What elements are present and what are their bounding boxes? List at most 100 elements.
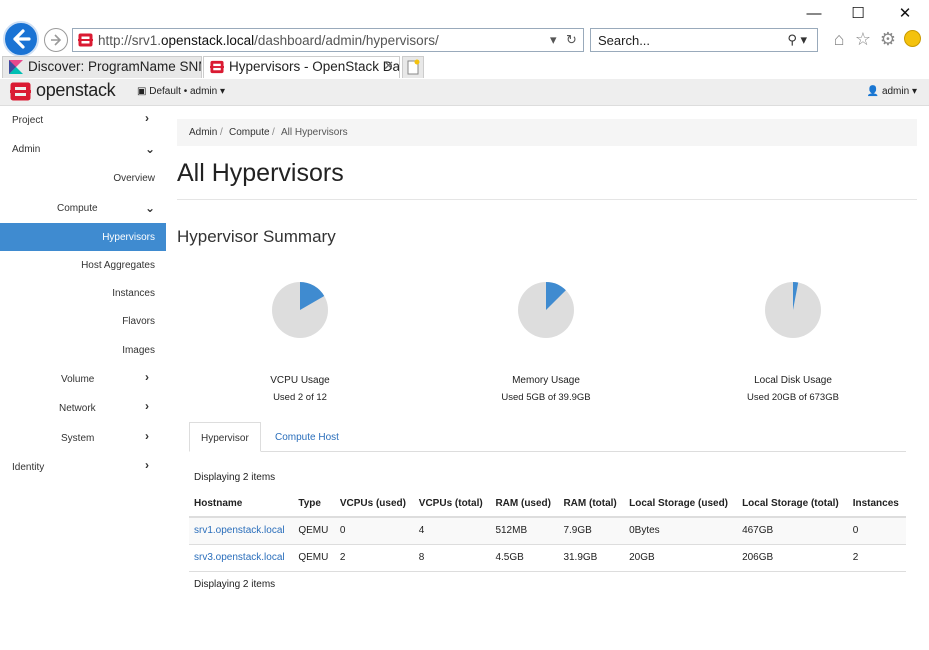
- project-icon: ▣: [137, 86, 150, 97]
- brand-name: openstack: [36, 80, 116, 100]
- sidebar-item-flavors[interactable]: Flavors: [0, 307, 166, 335]
- col-vcpus-total: VCPUs (total): [413, 491, 491, 518]
- memory-usage-pie: [518, 282, 574, 338]
- sidebar-item-host-aggregates[interactable]: Host Aggregates: [0, 251, 166, 279]
- table-cell: 2: [847, 544, 906, 572]
- disk-usage-subtitle: Used 20GB of 673GB: [747, 392, 839, 403]
- home-icon[interactable]: ⌂: [829, 28, 849, 50]
- vcpu-usage-subtitle: Used 2 of 12: [273, 392, 327, 403]
- hostname-link[interactable]: srv1.openstack.local: [194, 525, 285, 536]
- minimize-button[interactable]: —: [799, 4, 829, 24]
- url-dropdown-icon[interactable]: ▾: [550, 32, 557, 48]
- summary-title: Hypervisor Summary: [177, 227, 336, 246]
- memory-usage-title: Memory Usage: [512, 375, 580, 386]
- sidebar-item-system[interactable]: System ›: [0, 424, 166, 452]
- hostname-link[interactable]: srv3.openstack.local: [194, 552, 285, 563]
- back-button[interactable]: [3, 21, 39, 57]
- settings-gear-icon[interactable]: ⚙: [878, 28, 898, 50]
- page-title: All Hypervisors: [177, 159, 344, 187]
- table-row: srv3.openstack.local QEMU 2 8 4.5GB 31.9…: [189, 544, 906, 572]
- back-arrow-icon: [13, 29, 31, 49]
- openstack-favicon-icon: [78, 33, 93, 47]
- divider: [177, 199, 917, 200]
- maximize-button[interactable]: ☐: [843, 4, 873, 24]
- table-cell: 31.9GB: [558, 544, 625, 572]
- breadcrumb: Admin / Compute / All Hypervisors: [177, 119, 917, 146]
- close-window-button[interactable]: ✕: [890, 4, 920, 24]
- table-cell: 2: [334, 544, 414, 572]
- disk-usage-pie: [765, 282, 821, 338]
- col-storage-total: Local Storage (total): [737, 491, 848, 518]
- table-cell: 7.9GB: [558, 517, 625, 545]
- chevron-right-icon: ›: [145, 458, 149, 472]
- caret-down-icon: ▾: [909, 86, 917, 97]
- forward-arrow-icon: [51, 34, 62, 46]
- new-tab-icon: [407, 59, 420, 75]
- table-cell: 0Bytes: [624, 517, 738, 545]
- browser-tab-hypervisors[interactable]: Hypervisors - OpenStack Da... ✕: [203, 56, 400, 78]
- tab-compute-host[interactable]: Compute Host: [264, 422, 350, 452]
- kibana-favicon-icon: [9, 60, 23, 74]
- address-bar[interactable]: http://srv1.openstack.local/dashboard/ad…: [72, 28, 584, 52]
- favorites-star-icon[interactable]: ☆: [853, 28, 873, 50]
- user-menu[interactable]: 👤 admin ▾: [867, 86, 917, 97]
- tab-hypervisor[interactable]: Hypervisor: [189, 422, 261, 452]
- browser-chrome: — ☐ ✕ http://srv1.openstack.local/dashbo…: [0, 0, 929, 80]
- refresh-icon[interactable]: ↻: [566, 32, 577, 48]
- caret-down-icon: ▾: [217, 86, 226, 97]
- sidebar-item-hypervisors[interactable]: Hypervisors: [0, 223, 166, 251]
- sidebar-item-project[interactable]: Project ›: [0, 106, 166, 134]
- top-navbar: openstack ▣ Default • admin ▾ 👤 admin ▾: [0, 79, 929, 106]
- vcpu-usage-pie: [272, 282, 328, 338]
- openstack-logo-icon: [10, 82, 31, 101]
- sidebar: Project › Admin ⌄ Overview Compute ⌄ Hyp…: [0, 106, 166, 650]
- col-ram-total: RAM (total): [558, 491, 625, 518]
- table-cell: 20GB: [624, 544, 738, 572]
- table-row: srv1.openstack.local QEMU 0 4 512MB 7.9G…: [189, 517, 906, 545]
- sidebar-item-identity[interactable]: Identity ›: [0, 453, 166, 481]
- search-input[interactable]: Search...: [598, 33, 650, 48]
- col-type: Type: [293, 491, 335, 518]
- item-count-bottom: Displaying 2 items: [194, 579, 276, 590]
- search-box[interactable]: Search... ⚲ ▾: [590, 28, 818, 52]
- table-cell: 0: [847, 517, 906, 545]
- table-cell: 4.5GB: [490, 544, 559, 572]
- sidebar-item-instances[interactable]: Instances: [0, 279, 166, 307]
- breadcrumb-compute[interactable]: Compute: [229, 127, 270, 138]
- breadcrumb-admin[interactable]: Admin: [189, 127, 217, 138]
- chevron-right-icon: ›: [145, 111, 149, 125]
- vcpu-usage-title: VCPU Usage: [270, 375, 330, 386]
- forward-button[interactable]: [44, 28, 68, 52]
- sidebar-item-network[interactable]: Network ›: [0, 394, 166, 422]
- table-cell: QEMU: [293, 517, 335, 545]
- table-cell: QEMU: [293, 544, 335, 572]
- project-selector[interactable]: ▣ Default • admin ▾: [137, 86, 225, 97]
- openstack-favicon-icon: [210, 60, 224, 74]
- col-storage-used: Local Storage (used): [624, 491, 738, 518]
- chevron-down-icon: ⌄: [145, 142, 156, 156]
- table-cell: 0: [334, 517, 414, 545]
- sidebar-item-images[interactable]: Images: [0, 336, 166, 364]
- table-cell: 8: [413, 544, 491, 572]
- disk-usage-title: Local Disk Usage: [754, 375, 832, 386]
- close-tab-icon[interactable]: ✕: [383, 58, 394, 74]
- table-cell: 206GB: [737, 544, 848, 572]
- url-text: http://srv1.openstack.local/dashboard/ad…: [98, 33, 439, 48]
- sidebar-item-volume[interactable]: Volume ›: [0, 365, 166, 393]
- search-icon[interactable]: ⚲ ▾: [787, 32, 807, 48]
- chevron-right-icon: ›: [145, 399, 149, 413]
- col-hostname: Hostname: [189, 491, 294, 518]
- item-count-top: Displaying 2 items: [194, 472, 276, 483]
- feedback-smiley-icon[interactable]: [904, 30, 921, 47]
- hypervisors-table: Hostname Type VCPUs (used) VCPUs (total)…: [189, 491, 906, 572]
- sidebar-item-compute[interactable]: Compute ⌄: [0, 194, 166, 222]
- sidebar-item-admin[interactable]: Admin ⌄: [0, 135, 166, 163]
- chevron-down-icon: ⌄: [145, 201, 156, 215]
- sidebar-item-overview[interactable]: Overview: [0, 164, 166, 192]
- breadcrumb-current: All Hypervisors: [281, 127, 348, 138]
- browser-tab-discover[interactable]: Discover: ProgramName SNM...: [2, 56, 202, 78]
- col-vcpus-used: VCPUs (used): [334, 491, 414, 518]
- memory-usage-subtitle: Used 5GB of 39.9GB: [501, 392, 591, 403]
- new-tab-button[interactable]: [402, 56, 424, 78]
- table-cell: 512MB: [490, 517, 559, 545]
